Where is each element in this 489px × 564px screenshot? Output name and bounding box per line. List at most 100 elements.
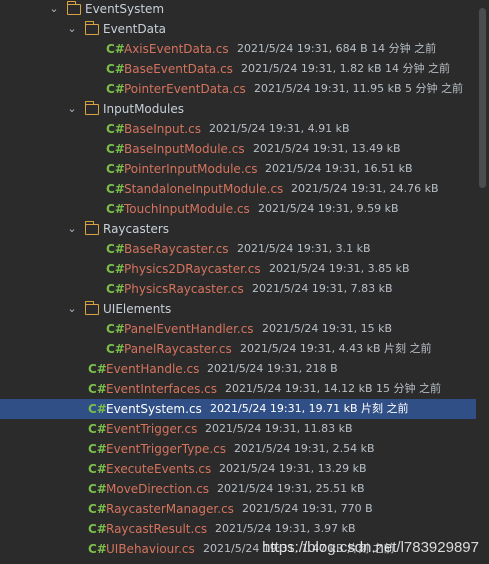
- file-meta: 2021/5/24 19:31, 4.43 kB 片刻 之前: [240, 342, 432, 355]
- csharp-file-icon: C#: [106, 242, 125, 256]
- file-label: PointerInputModule.cs: [124, 162, 258, 176]
- tree-file-row[interactable]: C# PanelRaycaster.cs 2021/5/24 19:31, 4.43…: [0, 339, 476, 359]
- tree-file-row[interactable]: C# PhysicsRaycaster.cs 2021/5/24 19:31, 7.…: [0, 279, 476, 299]
- csharp-file-icon: C#: [88, 542, 107, 556]
- csharp-file-icon: C#: [106, 122, 125, 136]
- tree-file-row[interactable]: C# BaseRaycaster.cs 2021/5/24 19:31, 3.1 k…: [0, 239, 476, 259]
- chevron-down-icon[interactable]: ⌄: [66, 99, 78, 119]
- file-meta: 2021/5/24 19:31, 13.49 kB: [253, 142, 401, 155]
- file-label: PhysicsRaycaster.cs: [124, 282, 244, 296]
- tree-file-row[interactable]: C# ExecuteEvents.cs 2021/5/24 19:31, 13.29…: [0, 459, 476, 479]
- tree-folder-row[interactable]: ⌄ EventSystem: [0, 0, 476, 19]
- file-meta: 2021/5/24 19:31, 16.51 kB: [265, 162, 413, 175]
- file-label: EventSystem.cs: [106, 402, 202, 416]
- tree-file-row[interactable]: C# BaseEventData.cs 2021/5/24 19:31, 1.82 …: [0, 59, 476, 79]
- file-meta: 2021/5/24 19:31, 2.54 kB: [234, 442, 375, 455]
- tree-file-row[interactable]: C# AxisEventData.cs 2021/5/24 19:31, 684 B…: [0, 39, 476, 59]
- file-meta: 2021/5/24 19:31, 9.59 kB: [258, 202, 399, 215]
- tree-folder-row[interactable]: ⌄ Raycasters: [0, 219, 476, 239]
- tree-folder-row[interactable]: ⌄ UIElements: [0, 299, 476, 319]
- file-meta: 2021/5/24 19:31, 3.1 kB: [237, 242, 371, 255]
- file-meta: 2021/5/24 19:31, 4.91 kB: [209, 122, 350, 135]
- csharp-file-icon: C#: [106, 42, 125, 56]
- file-label: EventTriggerType.cs: [106, 442, 226, 456]
- file-meta: 2021/5/24 19:31, 3.85 kB: [269, 262, 410, 275]
- file-label: StandaloneInputModule.cs: [124, 182, 284, 196]
- scrollbar-thumb[interactable]: [479, 8, 486, 188]
- tree-file-row[interactable]: C# EventSystem.cs 2021/5/24 19:31, 19.71 k…: [0, 399, 476, 419]
- file-label: RaycasterManager.cs: [106, 502, 234, 516]
- tree-file-row[interactable]: C# StandaloneInputModule.cs 2021/5/24 19:3…: [0, 179, 476, 199]
- file-meta: 2021/5/24 19:31, 684 B 14 分钟 之前: [237, 42, 437, 55]
- tree-file-row[interactable]: C# PointerEventData.cs 2021/5/24 19:31, 11…: [0, 79, 476, 99]
- csharp-file-icon: C#: [106, 202, 125, 216]
- folder-icon: [84, 101, 99, 115]
- tree-file-row[interactable]: C# MoveDirection.cs 2021/5/24 19:31, 25.51…: [0, 479, 476, 499]
- csharp-file-icon: C#: [88, 422, 107, 436]
- tree-file-row[interactable]: C# TouchInputModule.cs 2021/5/24 19:31, 9.…: [0, 199, 476, 219]
- tree-file-row[interactable]: C# Physics2DRaycaster.cs 2021/5/24 19:31, …: [0, 259, 476, 279]
- tree-file-row[interactable]: C# EventTriggerType.cs 2021/5/24 19:31, 2.…: [0, 439, 476, 459]
- csharp-file-icon: C#: [106, 342, 125, 356]
- file-label: TouchInputModule.cs: [124, 202, 250, 216]
- folder-label: InputModules: [103, 102, 184, 116]
- file-label: ExecuteEvents.cs: [106, 462, 212, 476]
- folder-label: EventSystem: [85, 2, 165, 16]
- csharp-file-icon: C#: [106, 282, 125, 296]
- file-label: BaseInputModule.cs: [124, 142, 245, 156]
- file-label: MoveDirection.cs: [106, 482, 210, 496]
- file-meta: 2021/5/24 19:31, 24.76 kB: [291, 182, 439, 195]
- csharp-file-icon: C#: [88, 442, 107, 456]
- file-meta: 2021/5/24 19:31, 14.12 kB 15 分钟 之前: [225, 382, 441, 395]
- tree-folder-row[interactable]: ⌄ EventData: [0, 19, 476, 39]
- chevron-down-icon[interactable]: ⌄: [66, 19, 78, 39]
- tree-file-row[interactable]: C# EventHandle.cs 2021/5/24 19:31, 218 B: [0, 359, 476, 379]
- file-label: EventTrigger.cs: [106, 422, 198, 436]
- folder-label: EventData: [103, 22, 167, 36]
- csharp-file-icon: C#: [88, 462, 107, 476]
- csharp-file-icon: C#: [106, 262, 125, 276]
- file-meta: 2021/5/24 19:31, 11.83 kB: [205, 422, 353, 435]
- file-meta: 2021/5/24 19:31, 13.29 kB: [219, 462, 367, 475]
- file-label: Physics2DRaycaster.cs: [124, 262, 261, 276]
- csharp-file-icon: C#: [88, 482, 107, 496]
- csharp-file-icon: C#: [88, 382, 107, 396]
- file-meta: 2021/5/24 19:31, 25.51 kB: [217, 482, 365, 495]
- tree-file-row[interactable]: C# EventInterfaces.cs 2021/5/24 19:31, 14.…: [0, 379, 476, 399]
- file-meta: 2021/5/24 19:31, 770 B: [242, 502, 373, 515]
- project-file-tree: ⌄ EventSystem ⌄ EventData C# AxisEventData.cs…: [0, 0, 489, 564]
- file-meta: 2021/5/24 19:31, 11.95 kB 5 分钟 之前: [254, 82, 463, 95]
- file-label: UIBehaviour.cs: [106, 542, 195, 556]
- file-label: PointerEventData.cs: [124, 82, 246, 96]
- chevron-down-icon[interactable]: ⌄: [66, 299, 78, 319]
- folder-icon: [66, 1, 81, 15]
- folder-icon: [84, 301, 99, 315]
- file-label: EventInterfaces.cs: [106, 382, 218, 396]
- file-label: EventHandle.cs: [106, 362, 200, 376]
- csharp-file-icon: C#: [106, 142, 125, 156]
- csharp-file-icon: C#: [88, 402, 107, 416]
- tree-file-row[interactable]: C# PanelEventHandler.cs 2021/5/24 19:31, 1…: [0, 319, 476, 339]
- tree-file-row[interactable]: C# BaseInputModule.cs 2021/5/24 19:31, 13.…: [0, 139, 476, 159]
- file-label: PanelRaycaster.cs: [124, 342, 232, 356]
- tree-file-row[interactable]: C# RaycastResult.cs 2021/5/24 19:31, 3.97 …: [0, 519, 476, 539]
- folder-icon: [84, 21, 99, 35]
- folder-icon: [84, 221, 99, 235]
- tree-folder-row[interactable]: ⌄ InputModules: [0, 99, 476, 119]
- file-meta: 2021/5/24 19:31, 1.82 kB 14 分钟 之前: [241, 62, 450, 75]
- scrollbar[interactable]: [476, 0, 489, 564]
- csharp-file-icon: C#: [106, 162, 125, 176]
- tree-file-row[interactable]: C# EventTrigger.cs 2021/5/24 19:31, 11.83 …: [0, 419, 476, 439]
- tree-file-row[interactable]: C# BaseInput.cs 2021/5/24 19:31, 4.91 kB: [0, 119, 476, 139]
- tree-file-row[interactable]: C# RaycasterManager.cs 2021/5/24 19:31, 77…: [0, 499, 476, 519]
- tree-file-row[interactable]: C# PointerInputModule.cs 2021/5/24 19:31, …: [0, 159, 476, 179]
- chevron-down-icon[interactable]: ⌄: [66, 219, 78, 239]
- watermark-text: https://blog.csdn.net/l783929897: [262, 539, 479, 556]
- chevron-down-icon[interactable]: ⌄: [48, 0, 60, 19]
- csharp-file-icon: C#: [106, 182, 125, 196]
- file-meta: 2021/5/24 19:31, 3.97 kB: [215, 522, 356, 535]
- file-meta: 2021/5/24 19:31, 15 kB: [262, 322, 393, 335]
- file-meta: 2021/5/24 19:31, 218 B: [207, 362, 338, 375]
- folder-label: UIElements: [103, 302, 172, 316]
- file-label: RaycastResult.cs: [106, 522, 208, 536]
